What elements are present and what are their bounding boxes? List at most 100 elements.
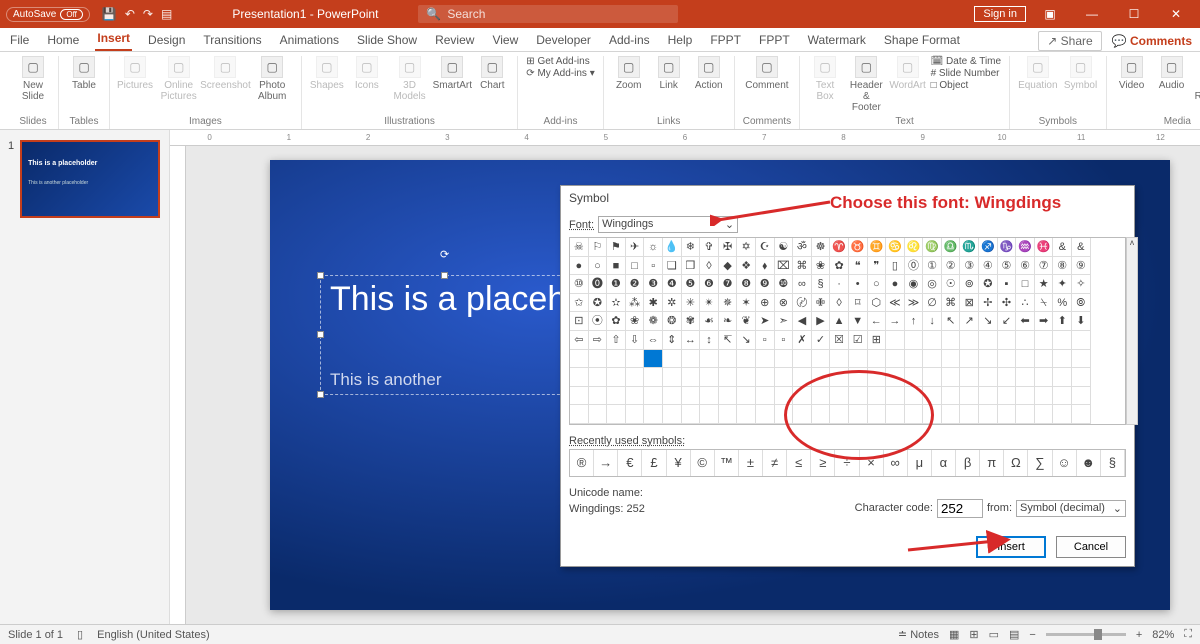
- symbol-cell[interactable]: ≪: [886, 294, 905, 313]
- symbol-cell[interactable]: &: [1072, 238, 1091, 257]
- ribbon-display-icon[interactable]: ▣: [1032, 7, 1068, 21]
- symbol-cell[interactable]: ⇕: [663, 331, 682, 350]
- symbol-cell[interactable]: ⑧: [1053, 257, 1072, 276]
- symbol-cell[interactable]: ✈: [626, 238, 645, 257]
- symbol-cell[interactable]: ✡: [737, 238, 756, 257]
- ribbon-action[interactable]: ▢Action: [692, 56, 726, 91]
- ribbon-video[interactable]: ▢Video: [1115, 56, 1149, 91]
- recent-symbol[interactable]: ™: [715, 450, 739, 476]
- symbol-cell[interactable]: ❷: [626, 275, 645, 294]
- symbol-cell[interactable]: [960, 331, 979, 350]
- symbol-cell[interactable]: ◊: [830, 294, 849, 313]
- symbol-cell[interactable]: [960, 405, 979, 424]
- ribbon-audio[interactable]: ▢Audio: [1155, 56, 1189, 91]
- symbol-cell[interactable]: ❻: [700, 275, 719, 294]
- ribbon-new-slide[interactable]: ▢New Slide: [16, 56, 50, 102]
- symbol-cell[interactable]: ⑩: [570, 275, 589, 294]
- symbol-cell[interactable]: [1072, 350, 1091, 369]
- symbol-cell[interactable]: ⍀: [1035, 294, 1054, 313]
- symbol-cell[interactable]: [589, 387, 608, 406]
- symbol-cell[interactable]: ◉: [905, 275, 924, 294]
- symbol-cell[interactable]: [644, 368, 663, 387]
- recent-symbol[interactable]: →: [594, 450, 618, 476]
- symbol-cell[interactable]: ●: [570, 257, 589, 276]
- symbol-cell[interactable]: ⬆: [1053, 312, 1072, 331]
- ribbon-zoom[interactable]: ▢Zoom: [612, 56, 646, 91]
- symbol-cell[interactable]: [570, 387, 589, 406]
- symbol-cell[interactable]: ❝: [849, 257, 868, 276]
- ribbon-item[interactable]: # Slide Number: [931, 68, 1002, 79]
- symbol-cell[interactable]: [905, 350, 924, 369]
- symbol-cell[interactable]: →: [886, 312, 905, 331]
- symbol-cell[interactable]: [719, 387, 738, 406]
- close-icon[interactable]: ✕: [1158, 7, 1194, 21]
- tab-slide-show[interactable]: Slide Show: [355, 29, 419, 51]
- symbol-cell[interactable]: ▫: [644, 257, 663, 276]
- symbol-cell[interactable]: ⊕: [756, 294, 775, 313]
- symbol-cell[interactable]: [700, 387, 719, 406]
- symbol-cell[interactable]: [756, 350, 775, 369]
- symbol-cell[interactable]: [979, 350, 998, 369]
- symbol-cell[interactable]: [719, 405, 738, 424]
- tab-insert[interactable]: Insert: [95, 27, 132, 51]
- symbol-cell[interactable]: [607, 387, 626, 406]
- symbol-cell[interactable]: ▫: [756, 331, 775, 350]
- symbol-cell[interactable]: [626, 350, 645, 369]
- symbol-cell[interactable]: ✦: [1053, 275, 1072, 294]
- symbol-cell[interactable]: [960, 387, 979, 406]
- symbol-cell[interactable]: ❶: [607, 275, 626, 294]
- ribbon-smartart[interactable]: ▢SmartArt: [435, 56, 469, 91]
- symbol-cell[interactable]: [960, 350, 979, 369]
- symbol-cell[interactable]: ⑨: [1072, 257, 1091, 276]
- symbol-cell[interactable]: [960, 368, 979, 387]
- symbol-cell[interactable]: [1053, 387, 1072, 406]
- zoom-slider[interactable]: [1046, 633, 1126, 636]
- symbol-cell[interactable]: ④: [979, 257, 998, 276]
- symbol-cell[interactable]: ✫: [607, 294, 626, 313]
- symbol-cell[interactable]: ↕: [700, 331, 719, 350]
- recent-symbol[interactable]: ☺: [1053, 450, 1077, 476]
- zoom-in-icon[interactable]: +: [1136, 629, 1142, 641]
- symbol-cell[interactable]: ③: [960, 257, 979, 276]
- symbol-cell[interactable]: ♍: [923, 238, 942, 257]
- symbol-cell[interactable]: ⇧: [607, 331, 626, 350]
- symbol-cell[interactable]: [1072, 368, 1091, 387]
- symbol-cell[interactable]: ✱: [644, 294, 663, 313]
- recent-symbol[interactable]: ☻: [1077, 450, 1101, 476]
- symbol-cell[interactable]: ⬡: [868, 294, 887, 313]
- recent-symbol[interactable]: Ω: [1004, 450, 1028, 476]
- symbol-cell[interactable]: ✣: [998, 294, 1017, 313]
- symbol-cell[interactable]: [607, 350, 626, 369]
- symbol-cell[interactable]: ❾: [756, 275, 775, 294]
- symbol-cell[interactable]: ❂: [663, 312, 682, 331]
- slideshow-icon[interactable]: ▤: [161, 7, 172, 21]
- symbol-cell[interactable]: ☉: [942, 275, 961, 294]
- symbol-cell[interactable]: ↔: [682, 331, 701, 350]
- reading-view-icon[interactable]: ▭: [989, 628, 999, 641]
- recent-symbol[interactable]: π: [980, 450, 1004, 476]
- symbol-cell[interactable]: ◀: [793, 312, 812, 331]
- symbol-cell[interactable]: ⇔: [644, 331, 663, 350]
- symbol-cell[interactable]: ✠: [719, 238, 738, 257]
- symbol-cell[interactable]: ⦾: [1072, 294, 1091, 313]
- tab-add-ins[interactable]: Add-ins: [607, 29, 652, 51]
- symbol-cell[interactable]: [737, 387, 756, 406]
- comments-button[interactable]: 💬 Comments: [1112, 34, 1192, 48]
- symbol-cell[interactable]: [644, 387, 663, 406]
- symbol-cell[interactable]: ⌧: [775, 257, 794, 276]
- language-status[interactable]: English (United States): [97, 629, 210, 641]
- symbol-cell[interactable]: [737, 405, 756, 424]
- symbol-cell[interactable]: [700, 350, 719, 369]
- undo-icon[interactable]: ↶: [125, 7, 135, 21]
- symbol-cell[interactable]: ✙: [812, 294, 831, 313]
- tab-home[interactable]: Home: [45, 29, 81, 51]
- recent-symbol[interactable]: £: [642, 450, 666, 476]
- symbol-cell[interactable]: ❖: [737, 257, 756, 276]
- symbol-cell[interactable]: [663, 405, 682, 424]
- ribbon-screen-recording[interactable]: ▢Screen Recording: [1195, 56, 1200, 102]
- recent-symbol[interactable]: β: [956, 450, 980, 476]
- symbol-cell[interactable]: ☠: [570, 238, 589, 257]
- symbol-cell[interactable]: ✿: [830, 257, 849, 276]
- symbol-cell[interactable]: ➡: [1035, 312, 1054, 331]
- symbol-cell[interactable]: ▼: [849, 312, 868, 331]
